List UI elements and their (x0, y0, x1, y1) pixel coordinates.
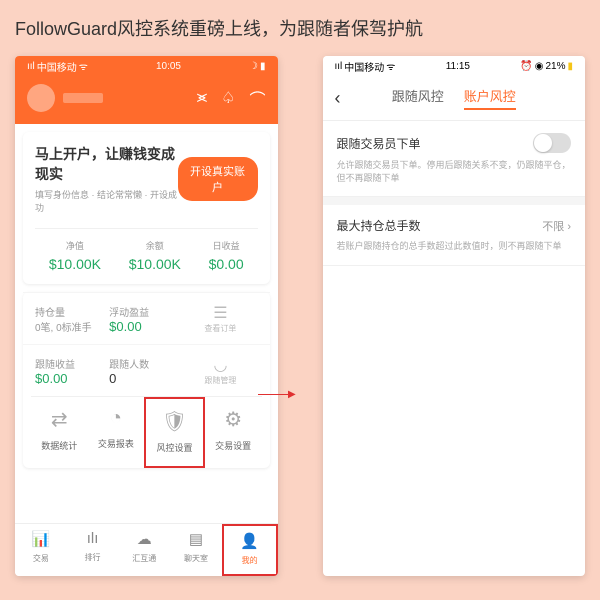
location-icon: ◉ (535, 61, 544, 72)
tab-account-risk[interactable]: 账户风控 (464, 86, 516, 110)
back-button[interactable]: ‹ (335, 88, 355, 109)
tab-follow-risk[interactable]: 跟随风控 (392, 86, 444, 110)
nav-rank[interactable]: ılı排行 (67, 524, 119, 576)
page-title: FollowGuard风控系统重磅上线，为跟随者保驾护航 (15, 15, 585, 41)
phone-left: ııl 中国移动 ᯤ 10:05 ☽ ▮ ⪤ ♤ ⌒ 马上开户，让赚钱变成现实 … (15, 56, 278, 576)
setting-follow-order: 跟随交易员下单 允许跟随交易员下单。停用后跟随关系不变，仍跟随平仓，但不再跟随下… (323, 121, 586, 197)
header: ⪤ ♤ ⌒ (15, 76, 278, 124)
toggle-follow[interactable] (533, 133, 571, 153)
share-icon[interactable]: ⪤ (197, 89, 207, 107)
signal-icon: ııl (27, 61, 35, 72)
nav-trade[interactable]: 📊交易 (15, 524, 67, 576)
swap-icon: ⇄ (35, 407, 84, 432)
avatar[interactable] (27, 84, 55, 112)
status-bar: ııl 中国移动 ᯤ 11:15 ⏰ ◉ 21%▮ (323, 56, 586, 76)
account-card: 马上开户，让赚钱变成现实 填写身份信息 · 结论常常懒 · 开设成功 开设真实账… (23, 132, 270, 284)
battery-icon: ▮ (260, 61, 266, 72)
wifi-icon: ᯤ (79, 59, 88, 73)
wifi-icon: ᯤ (386, 59, 395, 73)
list-icon: ☰ (213, 305, 227, 322)
tab-trade-settings[interactable]: ⚙交易设置 (205, 397, 262, 468)
card-title: 马上开户，让赚钱变成现实 (35, 144, 178, 184)
status-bar: ııl 中国移动 ᯤ 10:05 ☽ ▮ (15, 56, 278, 76)
card-subtitle: 填写身份信息 · 结论常常懒 · 开设成功 (35, 188, 178, 214)
follow-row[interactable]: 跟随收益$0.00 跟随人数0 ◡跟随管理 (23, 344, 270, 396)
position-row[interactable]: 持仓量0笔, 0标准手 浮动盈益$0.00 ☰查看订单 (23, 292, 270, 344)
bell-icon[interactable]: ♤ (221, 88, 235, 108)
nav-me[interactable]: 👤我的 (222, 524, 278, 576)
chevron-right-icon: › (567, 221, 571, 233)
tab-risk[interactable]: 🛡风控设置 (144, 397, 205, 468)
alarm-icon: ⏰ (520, 61, 532, 72)
pie-icon: ◔ (92, 407, 141, 430)
gear-icon: ⚙ (209, 407, 258, 432)
phone-right: ııl 中国移动 ᯤ 11:15 ⏰ ◉ 21%▮ ‹ 跟随风控 账户风控 跟随… (323, 56, 586, 576)
signal-icon: ııl (335, 61, 343, 72)
open-account-button[interactable]: 开设真实账户 (178, 157, 258, 201)
arrow-indicator (258, 385, 296, 401)
tab-stats[interactable]: ⇄数据统计 (31, 397, 88, 468)
tab-report[interactable]: ◔交易报表 (88, 397, 145, 468)
moon-icon: ☽ (249, 61, 258, 72)
battery-icon: ▮ (567, 61, 573, 72)
nav-exchange[interactable]: ☁汇互通 (118, 524, 170, 576)
people-icon: ◡ (213, 357, 227, 374)
bottom-nav: 📊交易 ılı排行 ☁汇互通 ▤聊天室 👤我的 (15, 523, 278, 576)
shield-icon: 🛡 (150, 409, 199, 434)
nav-chat[interactable]: ▤聊天室 (170, 524, 222, 576)
header: ‹ 跟随风控 账户风控 (323, 76, 586, 121)
headset-icon[interactable]: ⌒ (249, 86, 265, 110)
setting-max-lots[interactable]: 最大持仓总手数 不限 › 若账户跟随持仓的总手数超过此数值时，则不再跟随下单 (323, 205, 586, 266)
